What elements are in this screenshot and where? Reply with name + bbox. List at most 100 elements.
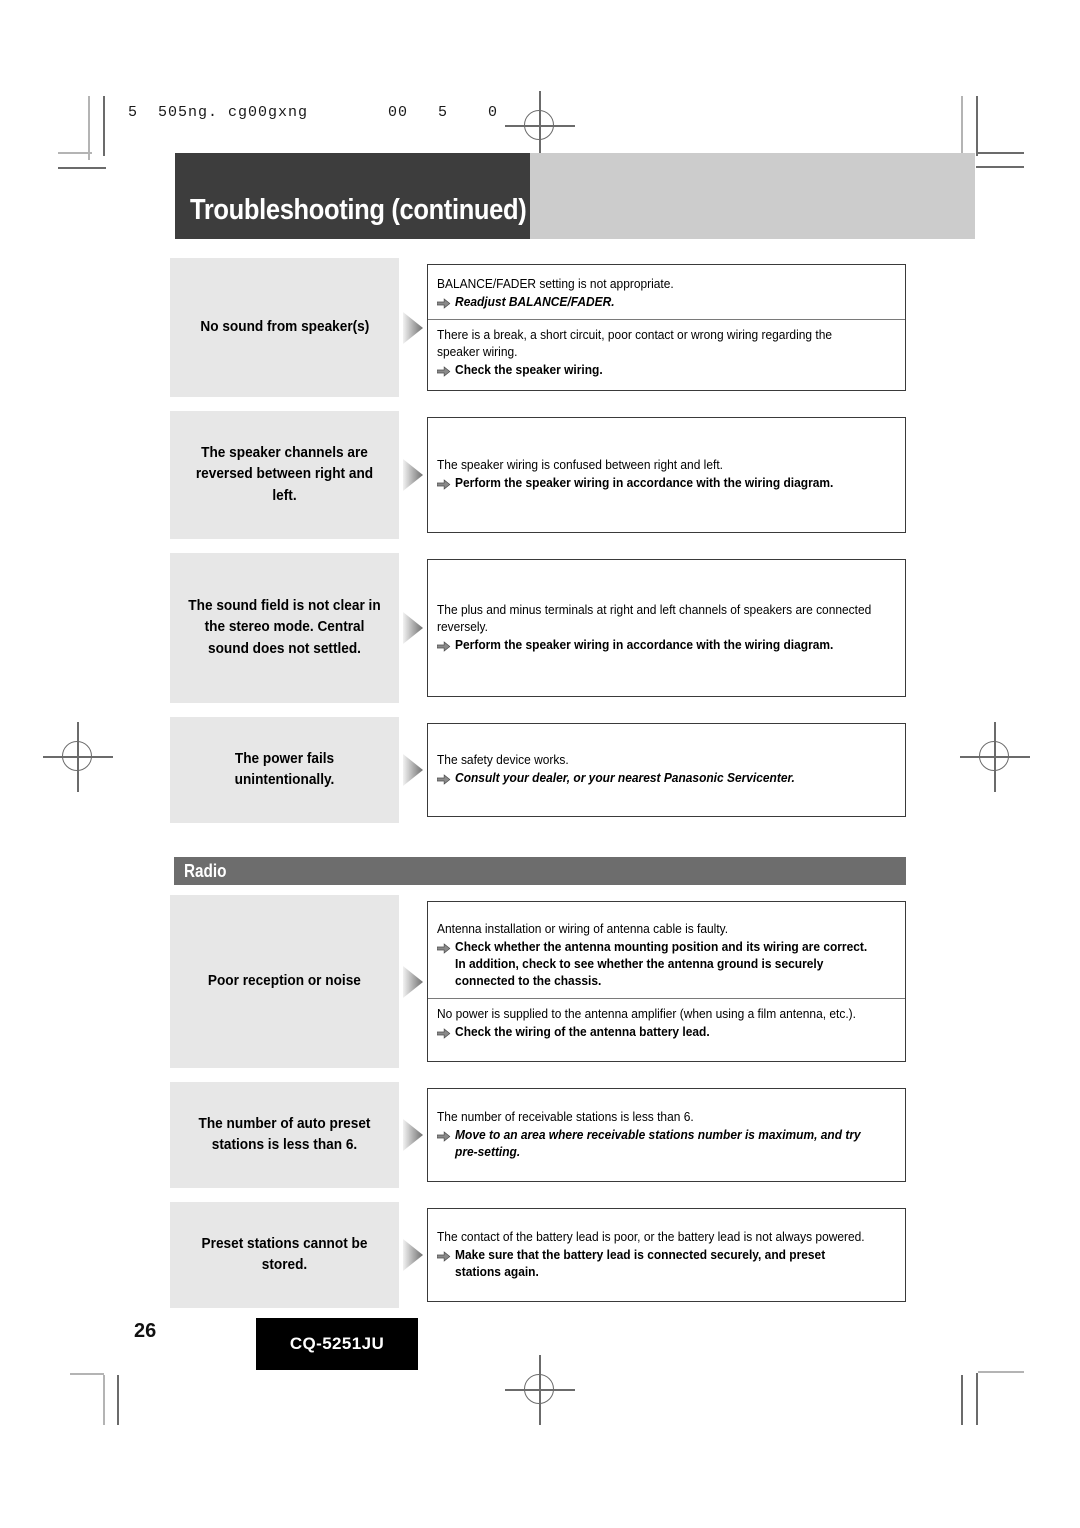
triangle-right-icon bbox=[402, 1118, 424, 1152]
symptom-text: Preset stations cannot be stored. bbox=[201, 1235, 368, 1273]
triangle-right-icon bbox=[402, 965, 424, 999]
crop-mark-top-right-vertical-outer bbox=[961, 96, 963, 156]
registration-ring bbox=[524, 110, 554, 140]
registration-mark-icon-top bbox=[505, 91, 575, 161]
registration-ring bbox=[62, 741, 92, 771]
symptom-text: No sound from speaker(s) bbox=[200, 318, 369, 335]
cause-remedy-box: The contact of the battery lead is poor,… bbox=[427, 1208, 906, 1302]
registration-mark-icon-right bbox=[960, 722, 1030, 792]
remedy-text: Make sure that the battery lead is conne… bbox=[436, 1247, 873, 1281]
crop-mark-top-left-vertical-outer bbox=[88, 96, 90, 160]
cause-remedy-cell: The number of receivable stations is les… bbox=[428, 1102, 905, 1169]
symptom-text: The number of auto preset stations is le… bbox=[198, 1115, 371, 1153]
crop-mark-bottom-left-vertical-outer bbox=[103, 1375, 105, 1425]
cause-remedy-cell: No power is supplied to the antenna ampl… bbox=[428, 998, 905, 1049]
remedy-text: Check the wiring of the antenna battery … bbox=[436, 1024, 873, 1041]
cause-remedy-cell: The safety device works. Consult your dea… bbox=[428, 745, 905, 795]
cause-text: The speaker wiring is confused between r… bbox=[437, 458, 723, 472]
cause-text: The safety device works. bbox=[437, 753, 569, 767]
cause-remedy-box: BALANCE/FADER setting is not appropriate… bbox=[427, 264, 906, 391]
cause-text: There is a break, a short circuit, poor … bbox=[437, 327, 833, 359]
troubleshooting-row: The speaker channels are reversed betwee… bbox=[170, 411, 906, 539]
cause-text: The plus and minus terminals at right an… bbox=[437, 602, 872, 634]
crop-mark-bottom-left-horizontal bbox=[70, 1373, 104, 1375]
crop-mark-top-right-horizontal bbox=[976, 152, 1024, 154]
scan-header-text: 5 505ng. cg00gxng 00 5 0 bbox=[128, 104, 499, 121]
triangle-right-icon bbox=[402, 611, 424, 645]
cause-text: Antenna installation or wiring of antenn… bbox=[437, 922, 729, 936]
page-title: Troubleshooting (continued) bbox=[190, 194, 527, 226]
cause-remedy-cell: BALANCE/FADER setting is not appropriate… bbox=[428, 269, 905, 319]
arrow-right-icon bbox=[436, 640, 451, 652]
remedy-text: Consult your dealer, or your nearest Pan… bbox=[436, 770, 873, 787]
remedy-text: Check the speaker wiring. bbox=[436, 362, 873, 379]
cause-remedy-box: The safety device works. Consult your dea… bbox=[427, 723, 906, 817]
crop-mark-top-left-horizontal bbox=[58, 167, 106, 169]
registration-mark-icon-bottom bbox=[505, 1355, 575, 1425]
remedy-text: Check whether the antenna mounting posit… bbox=[436, 939, 873, 990]
cause-remedy-cell: The speaker wiring is confused between r… bbox=[428, 450, 905, 500]
triangle-right-icon bbox=[402, 1238, 424, 1272]
model-badge: CQ-5251JU bbox=[256, 1318, 418, 1370]
arrow-right-icon bbox=[436, 365, 451, 377]
symptom-text: The power fails unintentionally. bbox=[234, 750, 335, 788]
crop-mark-bottom-right-horizontal bbox=[978, 1371, 1024, 1373]
arrow-right-icon bbox=[436, 478, 451, 490]
triangle-right-icon bbox=[402, 753, 424, 787]
cause-remedy-box: The number of receivable stations is les… bbox=[427, 1088, 906, 1182]
arrow-right-icon bbox=[436, 773, 451, 785]
arrow-right-icon bbox=[436, 942, 451, 954]
troubleshooting-row: The power fails unintentionally. The safe… bbox=[170, 717, 906, 823]
symptom-cell: Poor reception or noise bbox=[170, 895, 399, 1068]
crop-mark-bottom-left-vertical bbox=[117, 1375, 119, 1425]
section-header-radio: Radio bbox=[170, 857, 906, 885]
remedy-text: Move to an area where receivable station… bbox=[436, 1127, 873, 1161]
symptom-cell: The sound field is not clear in the ster… bbox=[170, 553, 399, 703]
cause-remedy-cell: The contact of the battery lead is poor,… bbox=[428, 1222, 905, 1289]
symptom-text: Poor reception or noise bbox=[208, 972, 361, 989]
registration-ring bbox=[979, 741, 1009, 771]
page-number: 26 bbox=[134, 1320, 157, 1342]
symptom-cell: No sound from speaker(s) bbox=[170, 258, 399, 397]
symptom-text: The sound field is not clear in the ster… bbox=[188, 598, 381, 657]
model-number: CQ-5251JU bbox=[289, 1334, 385, 1353]
arrow-right-icon bbox=[436, 1250, 451, 1262]
arrow-right-icon bbox=[436, 297, 451, 309]
cause-text: The number of receivable stations is les… bbox=[437, 1109, 694, 1124]
crop-mark-top-left-vertical bbox=[103, 96, 105, 156]
crop-mark-top-left-horizontal-outer bbox=[58, 152, 92, 154]
troubleshooting-row: Preset stations cannot be stored. The con… bbox=[170, 1202, 906, 1308]
remedy-text: Perform the speaker wiring in accordance… bbox=[436, 475, 873, 492]
cause-text: BALANCE/FADER setting is not appropriate… bbox=[437, 276, 674, 291]
arrow-right-icon bbox=[436, 1130, 451, 1142]
registration-ring bbox=[524, 1374, 554, 1404]
section-header-label: Radio bbox=[184, 861, 227, 881]
remedy-text: Readjust BALANCE/FADER. bbox=[436, 294, 873, 311]
symptom-text: The speaker channels are reversed betwee… bbox=[195, 445, 374, 504]
symptom-cell: The power fails unintentionally. bbox=[170, 717, 399, 823]
remedy-text: Perform the speaker wiring in accordance… bbox=[436, 637, 873, 654]
troubleshooting-row: Poor reception or noise Antenna installat… bbox=[170, 895, 906, 1068]
registration-mark-icon-left bbox=[43, 722, 113, 792]
triangle-right-icon bbox=[402, 458, 424, 492]
troubleshooting-row: The number of auto preset stations is le… bbox=[170, 1082, 906, 1188]
cause-remedy-cell: The plus and minus terminals at right an… bbox=[428, 595, 905, 662]
troubleshooting-row: No sound from speaker(s) BALANCE/FADER se… bbox=[170, 258, 906, 397]
crop-mark-top-right-vertical bbox=[976, 96, 978, 156]
crop-mark-bottom-right-vertical bbox=[961, 1375, 963, 1425]
cause-remedy-box: The plus and minus terminals at right an… bbox=[427, 559, 906, 697]
symptom-cell: The number of auto preset stations is le… bbox=[170, 1082, 399, 1188]
cause-remedy-box: Antenna installation or wiring of antenn… bbox=[427, 901, 906, 1062]
crop-mark-bottom-right-vertical-inner bbox=[976, 1373, 978, 1425]
arrow-right-icon bbox=[436, 1027, 451, 1039]
cause-remedy-cell: There is a break, a short circuit, poor … bbox=[428, 318, 905, 387]
cause-text: The contact of the battery lead is poor,… bbox=[437, 1229, 865, 1244]
cause-remedy-cell: Antenna installation or wiring of antenn… bbox=[428, 914, 905, 998]
triangle-right-icon bbox=[402, 311, 424, 345]
troubleshooting-row: The sound field is not clear in the ster… bbox=[170, 553, 906, 703]
cause-remedy-box: The speaker wiring is confused between r… bbox=[427, 417, 906, 533]
symptom-cell: Preset stations cannot be stored. bbox=[170, 1202, 399, 1308]
symptom-cell: The speaker channels are reversed betwee… bbox=[170, 411, 399, 539]
cause-text: No power is supplied to the antenna ampl… bbox=[437, 1007, 856, 1021]
crop-mark-top-right-horizontal-lower bbox=[976, 166, 1024, 168]
